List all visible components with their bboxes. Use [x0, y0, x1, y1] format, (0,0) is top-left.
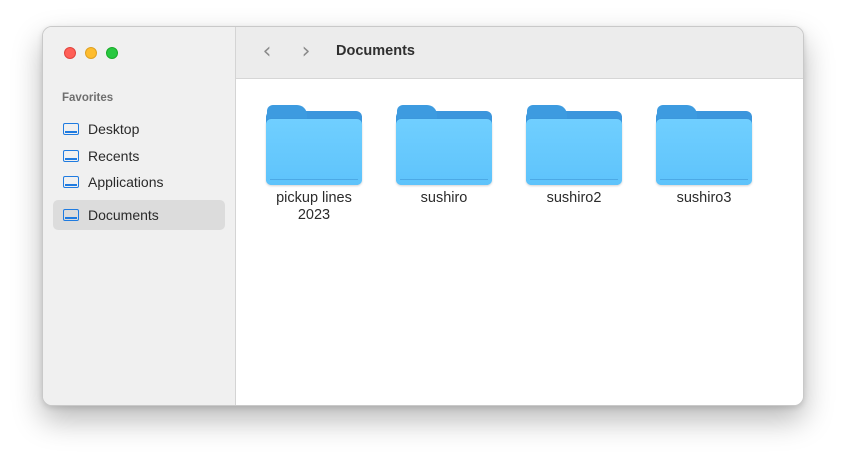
- sidebar-item-documents[interactable]: Documents: [53, 199, 225, 230]
- window-controls: [64, 47, 118, 59]
- folder-item[interactable]: sushiro: [389, 105, 499, 207]
- forward-button[interactable]: ›: [295, 39, 317, 64]
- back-button[interactable]: ‹: [256, 39, 278, 64]
- sidebar-item-label: Applications: [88, 174, 164, 191]
- folder-name: sushiro2: [546, 190, 602, 206]
- folder-icon: [396, 105, 492, 185]
- file-grid: pickup lines 2023 sushiro sushiro2 sushi…: [236, 79, 803, 405]
- folder-icon: [526, 105, 622, 185]
- toolbar: ‹ › Documents: [236, 27, 803, 79]
- sidebar-list: Desktop Recents Applications Documents: [53, 116, 225, 230]
- folder-item[interactable]: sushiro2: [519, 105, 629, 207]
- folder-item[interactable]: pickup lines 2023: [259, 105, 369, 224]
- desktop-folder-icon: [63, 123, 79, 136]
- chevron-right-icon: ›: [301, 39, 311, 64]
- applications-folder-icon: [63, 176, 79, 189]
- sidebar-section-favorites: Favorites: [62, 92, 114, 104]
- sidebar-item-label: Recents: [88, 147, 140, 164]
- zoom-button[interactable]: [106, 47, 118, 59]
- documents-folder-icon: [63, 208, 79, 221]
- finder-window: Favorites Desktop Recents Applications D…: [42, 26, 804, 406]
- folder-item[interactable]: sushiro3: [649, 105, 759, 207]
- window-title: Documents: [336, 43, 415, 59]
- sidebar-item-desktop[interactable]: Desktop: [53, 116, 225, 143]
- folder-name: pickup lines 2023: [276, 190, 352, 223]
- sidebar-item-label: Desktop: [88, 121, 140, 138]
- sidebar-item-recents[interactable]: Recents: [53, 143, 225, 170]
- recents-folder-icon: [63, 149, 79, 162]
- folder-name: sushiro3: [676, 190, 732, 206]
- sidebar: Favorites Desktop Recents Applications D…: [43, 27, 236, 405]
- folder-icon: [656, 105, 752, 185]
- folder-icon: [266, 105, 362, 185]
- close-button[interactable]: [64, 47, 76, 59]
- chevron-left-icon: ‹: [262, 39, 272, 64]
- minimize-button[interactable]: [85, 47, 97, 59]
- sidebar-item-applications[interactable]: Applications: [53, 169, 225, 196]
- sidebar-item-label: Documents: [88, 206, 159, 223]
- folder-name: sushiro: [420, 190, 468, 206]
